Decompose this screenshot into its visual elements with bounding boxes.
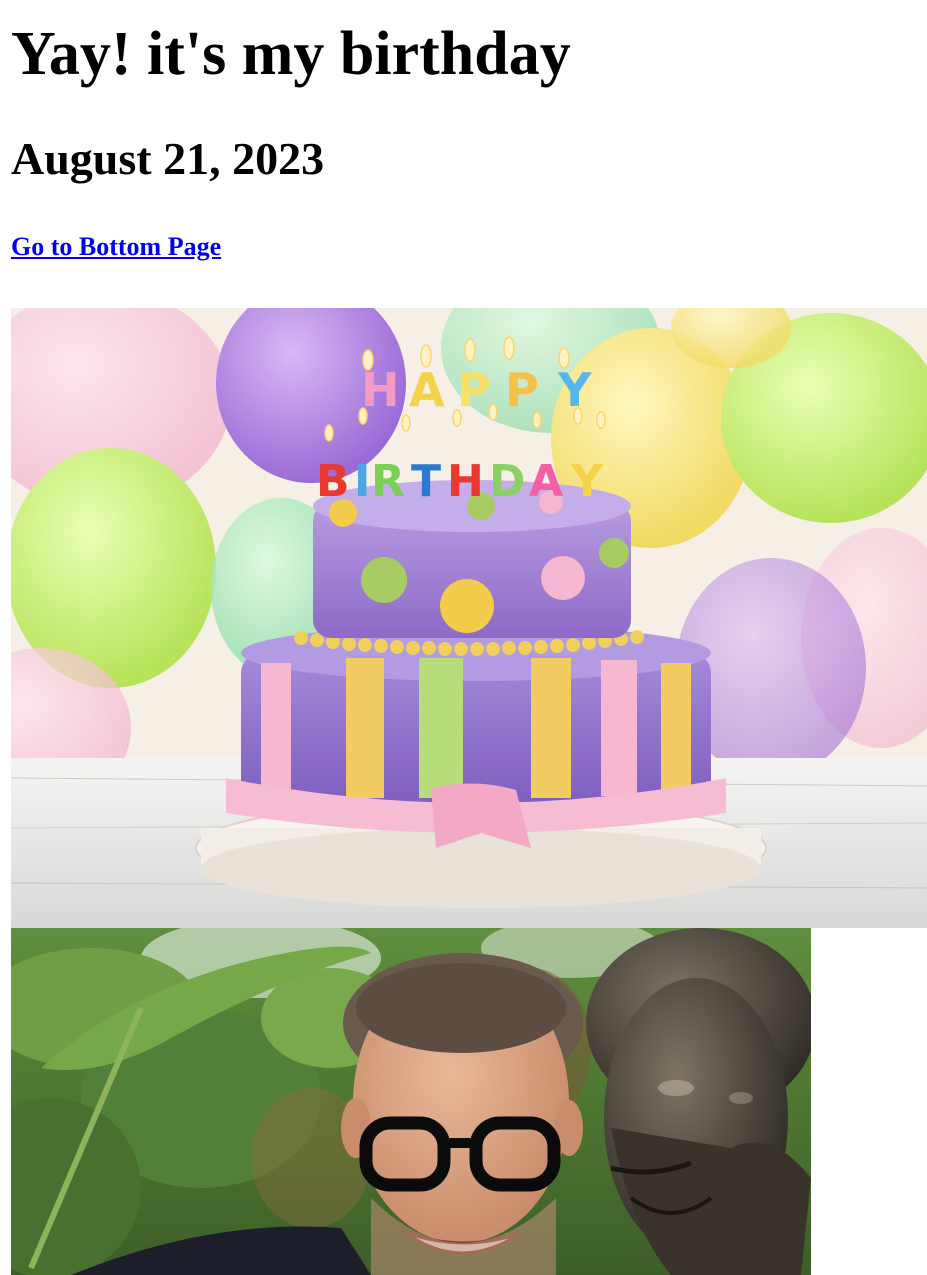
page-date: August 21, 2023 bbox=[11, 133, 325, 184]
birthday-cake-image: H A P P Y B I R T H D A Y bbox=[11, 308, 927, 928]
svg-text:B: B bbox=[316, 456, 350, 507]
svg-text:A: A bbox=[409, 363, 445, 417]
svg-text:R: R bbox=[371, 456, 405, 507]
go-to-bottom-link[interactable]: Go to Bottom Page bbox=[11, 232, 221, 262]
page-title: Yay! it's my birthday bbox=[11, 20, 571, 88]
svg-text:P: P bbox=[457, 363, 491, 417]
portrait-with-bust-image bbox=[11, 928, 811, 1275]
svg-text:P: P bbox=[505, 363, 539, 417]
svg-text:H: H bbox=[447, 456, 484, 507]
candle-letter: H bbox=[361, 363, 400, 417]
svg-text:Y: Y bbox=[557, 363, 592, 417]
svg-text:A: A bbox=[529, 456, 563, 507]
svg-text:D: D bbox=[489, 456, 526, 507]
svg-text:I: I bbox=[354, 456, 370, 507]
svg-text:Y: Y bbox=[570, 456, 604, 507]
svg-text:T: T bbox=[411, 456, 441, 507]
